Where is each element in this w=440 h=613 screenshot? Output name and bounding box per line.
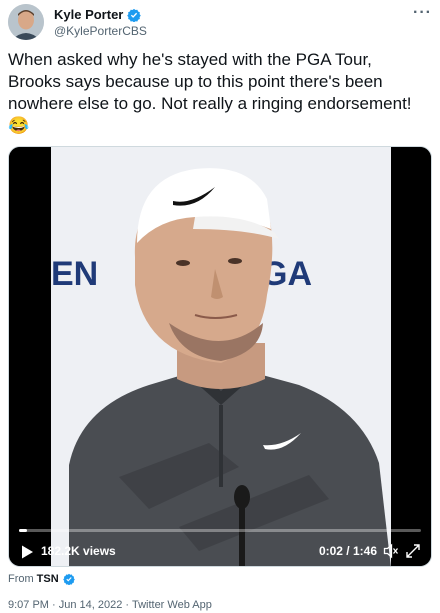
tweet-date[interactable]: Jun 14, 2022	[59, 599, 123, 611]
tweet-time[interactable]: 9:07 PM	[8, 599, 49, 611]
source-name[interactable]: TSN	[37, 573, 59, 585]
video-controls: 182.2K views 0:02 / 1:46	[9, 541, 431, 563]
tweet-line: When asked why he's stayed with the PGA …	[8, 50, 372, 69]
tweet-client: Twitter Web App	[131, 599, 212, 611]
view-count: 182.2K views	[41, 544, 116, 558]
video-time: 0:02 / 1:46	[318, 544, 377, 558]
video-progress-fill	[19, 529, 28, 532]
tweet-line: Brooks says because up to this point the…	[8, 72, 383, 91]
play-icon[interactable]	[19, 544, 35, 560]
verified-badge-icon	[62, 573, 75, 586]
meta-separator: ·	[122, 599, 132, 611]
fullscreen-icon[interactable]	[405, 543, 421, 559]
avatar[interactable]	[8, 4, 44, 40]
more-options-icon[interactable]: ···	[413, 4, 432, 22]
name-row: Kyle Porter	[54, 7, 142, 22]
tweet-line-emoji: 😂	[8, 116, 30, 135]
tweet-header: Kyle Porter @KylePorterCBS ···	[8, 4, 432, 44]
video-player[interactable]: EN GA 182.2K views 0:02 / 1:46	[8, 146, 432, 567]
author-handle[interactable]: @KylePorterCBS	[54, 24, 147, 38]
media-source: From TSN	[8, 573, 75, 586]
meta-separator: ·	[48, 599, 59, 611]
video-frame: EN GA	[9, 147, 431, 566]
tweet-meta: 9:07 PM · Jun 14, 2022 · Twitter Web App	[8, 599, 212, 611]
verified-badge-icon	[127, 8, 142, 22]
avatar-image	[8, 4, 44, 40]
backdrop-text-left: EN	[51, 255, 98, 293]
mute-icon[interactable]	[383, 543, 399, 559]
source-prefix: From	[8, 573, 34, 585]
author-name[interactable]: Kyle Porter	[54, 7, 123, 22]
tweet-text: When asked why he's stayed with the PGA …	[8, 49, 428, 137]
video-progress-bar[interactable]	[19, 529, 421, 532]
tweet-line: nowhere else to go. Not really a ringing…	[8, 94, 412, 113]
